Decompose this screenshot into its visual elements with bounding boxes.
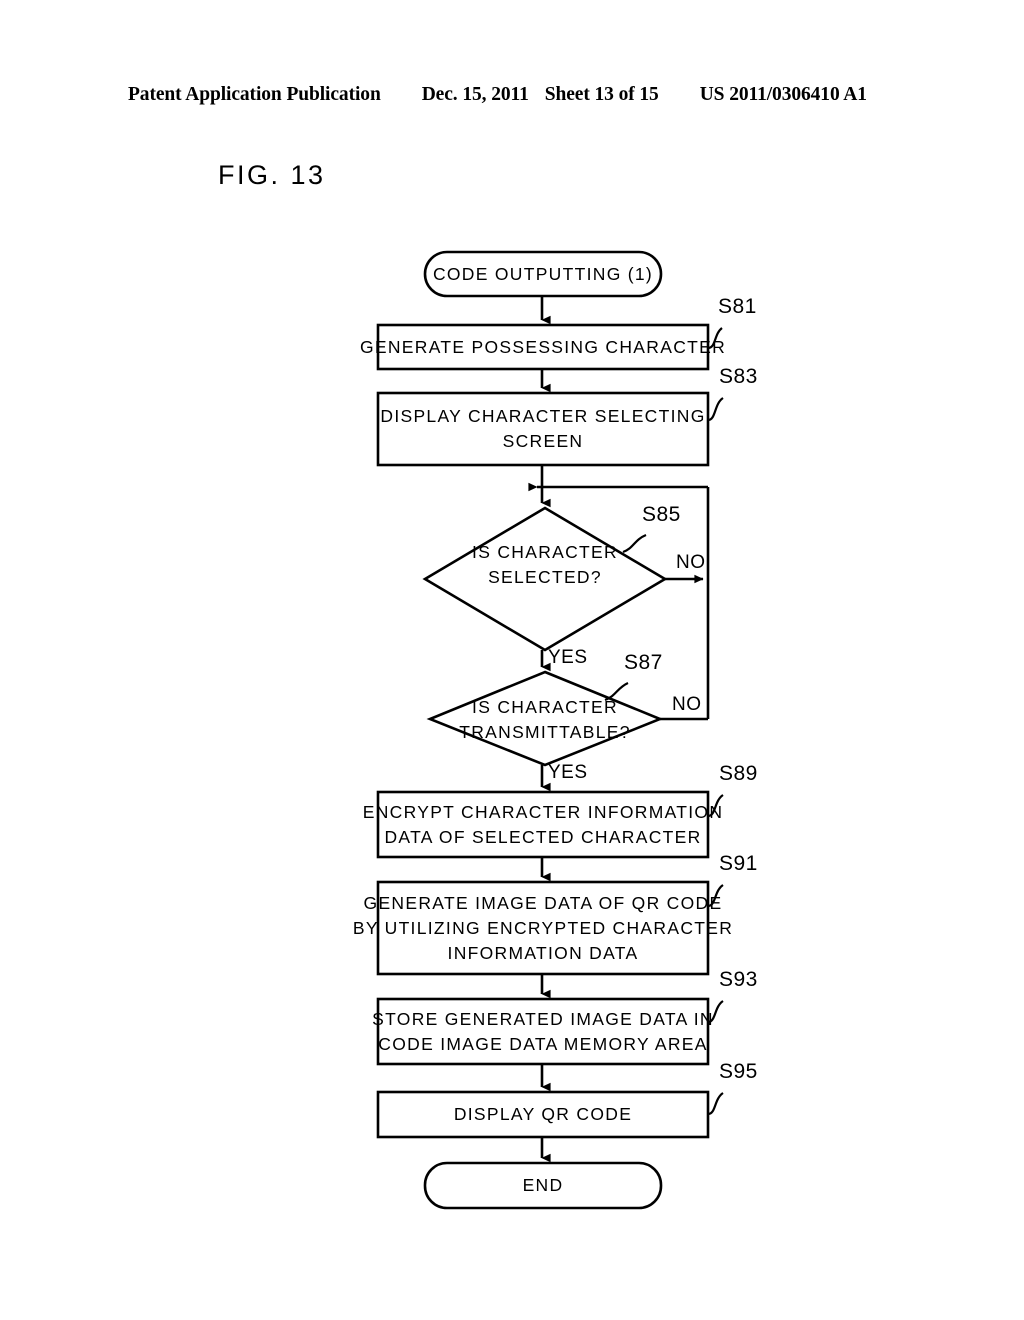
step-s81-shape [376, 323, 710, 371]
leader-s81 [707, 327, 723, 350]
step-number-s91: S91 [719, 852, 758, 875]
leader-s93 [707, 1000, 724, 1024]
step-s93-shape [376, 997, 710, 1066]
step-number-s87: S87 [624, 651, 663, 674]
step-number-s81: S81 [718, 295, 757, 318]
leader-s87 [604, 681, 629, 702]
step-number-s93: S93 [719, 968, 758, 991]
leader-s95 [707, 1092, 724, 1116]
leader-s89 [707, 794, 724, 818]
leader-s91 [707, 884, 724, 908]
branch-label-s87-no: NO [672, 694, 702, 715]
end-node-shape [423, 1161, 663, 1210]
step-number-s95: S95 [719, 1060, 758, 1083]
step-s91-shape [376, 880, 710, 976]
branch-label-s85-no: NO [676, 552, 706, 573]
step-number-s83: S83 [719, 365, 758, 388]
branch-label-s85-yes: YES [548, 647, 588, 668]
step-s87-shape [426, 670, 664, 767]
branch-label-s87-yes: YES [548, 762, 588, 783]
step-s85-shape [422, 506, 668, 652]
step-number-s89: S89 [719, 762, 758, 785]
start-node-shape [423, 250, 663, 298]
step-s89-shape [376, 790, 710, 859]
step-s83-shape [376, 391, 710, 467]
step-s95-shape [376, 1090, 710, 1139]
step-number-s85: S85 [642, 503, 681, 526]
leader-s85 [622, 533, 647, 554]
flowchart-diagram [376, 250, 724, 1210]
leader-s83 [707, 397, 724, 422]
